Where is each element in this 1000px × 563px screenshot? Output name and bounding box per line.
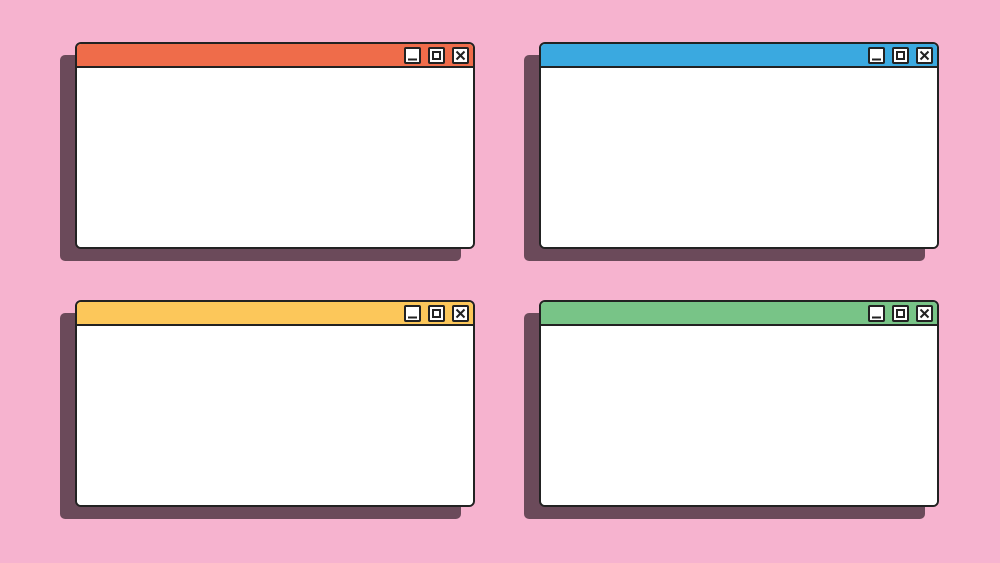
background xyxy=(0,0,1000,563)
maximize-button[interactable] xyxy=(428,305,445,322)
window-frame xyxy=(539,42,939,249)
minimize-icon xyxy=(872,58,881,61)
title-bar[interactable] xyxy=(541,302,937,326)
minimize-button[interactable] xyxy=(868,47,885,64)
maximize-icon xyxy=(432,51,441,60)
title-bar[interactable] xyxy=(77,302,473,326)
maximize-icon xyxy=(896,309,905,318)
maximize-button[interactable] xyxy=(428,47,445,64)
minimize-button[interactable] xyxy=(404,305,421,322)
window-blue[interactable] xyxy=(524,42,939,261)
close-icon xyxy=(919,308,930,319)
close-icon xyxy=(919,50,930,61)
close-button[interactable] xyxy=(916,47,933,64)
maximize-button[interactable] xyxy=(892,305,909,322)
minimize-icon xyxy=(872,316,881,319)
minimize-icon xyxy=(408,316,417,319)
window-yellow[interactable] xyxy=(60,300,475,519)
title-bar[interactable] xyxy=(77,44,473,68)
minimize-button[interactable] xyxy=(404,47,421,64)
close-icon xyxy=(455,50,466,61)
window-content xyxy=(541,326,937,505)
maximize-icon xyxy=(896,51,905,60)
window-frame xyxy=(539,300,939,507)
window-content xyxy=(77,326,473,505)
window-frame xyxy=(75,300,475,507)
window-frame xyxy=(75,42,475,249)
maximize-button[interactable] xyxy=(892,47,909,64)
close-button[interactable] xyxy=(916,305,933,322)
close-button[interactable] xyxy=(452,305,469,322)
window-red[interactable] xyxy=(60,42,475,261)
title-bar[interactable] xyxy=(541,44,937,68)
window-controls xyxy=(868,305,933,322)
window-content xyxy=(77,68,473,247)
close-icon xyxy=(455,308,466,319)
minimize-button[interactable] xyxy=(868,305,885,322)
minimize-icon xyxy=(408,58,417,61)
close-button[interactable] xyxy=(452,47,469,64)
window-controls xyxy=(404,305,469,322)
maximize-icon xyxy=(432,309,441,318)
window-controls xyxy=(404,47,469,64)
window-green[interactable] xyxy=(524,300,939,519)
window-content xyxy=(541,68,937,247)
window-controls xyxy=(868,47,933,64)
